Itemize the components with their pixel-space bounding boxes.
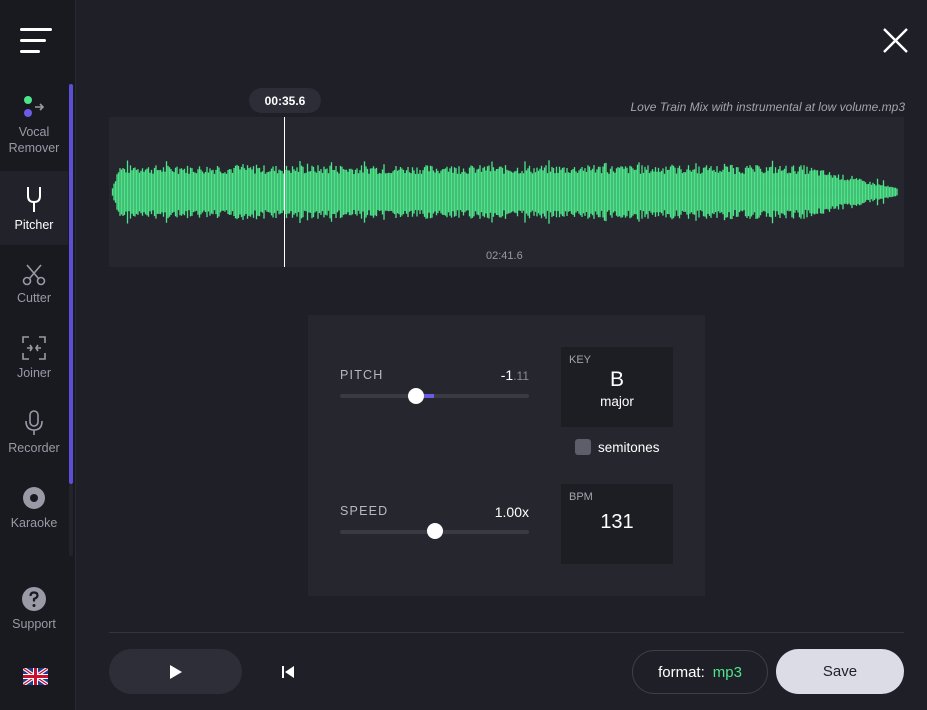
disc-icon <box>21 483 47 511</box>
skip-to-start-button[interactable] <box>278 662 298 682</box>
bpm-value: 131 <box>600 511 634 533</box>
sidebar-item-support[interactable]: Support <box>0 584 68 654</box>
sidebar-item-label: Pitcher <box>14 218 54 232</box>
sidebar-item-label: Joiner <box>16 366 52 380</box>
format-value: mp3 <box>712 663 742 681</box>
pitch-slider[interactable] <box>340 394 529 398</box>
sidebar-item-label: Remover <box>8 141 60 155</box>
sidebar-item-recorder[interactable]: Recorder <box>0 408 68 478</box>
file-name: Love Train Mix with instrumental at low … <box>630 100 905 114</box>
microphone-icon <box>24 408 44 436</box>
sidebar-item-cutter[interactable]: Cutter <box>0 258 68 328</box>
key-note: B <box>609 368 624 391</box>
format-label: format: <box>658 663 705 681</box>
current-time-badge: 00:35.6 <box>249 88 321 113</box>
semitones-label: semitones <box>598 439 660 455</box>
sidebar-item-label: Recorder <box>8 441 60 455</box>
key-label: KEY <box>569 354 592 366</box>
speed-label: SPEED <box>340 504 389 518</box>
pitch-slider-thumb[interactable] <box>407 388 424 404</box>
vocal-remover-icon <box>21 92 47 120</box>
pitch-value-decimal: .11 <box>513 369 529 383</box>
key-mode: major <box>600 394 634 409</box>
help-icon <box>21 584 47 612</box>
semitones-checkbox[interactable] <box>575 439 591 455</box>
speed-slider-thumb[interactable] <box>426 523 443 539</box>
sidebar-item-label: Vocal <box>18 125 50 139</box>
uk-flag-icon[interactable] <box>22 666 49 687</box>
tuning-fork-icon <box>24 185 44 213</box>
close-icon[interactable] <box>882 27 909 54</box>
sidebar: Vocal Remover Pitcher Cutter Joiner Reco… <box>0 0 76 710</box>
sidebar-item-vocal-remover[interactable]: Vocal Remover <box>0 92 68 162</box>
bpm-label: BPM <box>569 491 593 503</box>
sidebar-item-karaoke[interactable]: Karaoke <box>0 483 68 553</box>
sidebar-item-label: Karaoke <box>10 516 58 530</box>
sidebar-item-label: Cutter <box>16 291 52 305</box>
key-box: KEY B major <box>561 347 673 427</box>
bpm-box: BPM 131 <box>561 484 673 564</box>
speed-value: 1.00x <box>494 504 529 520</box>
semitones-toggle[interactable]: semitones <box>575 439 660 455</box>
duration-label: 02:41.6 <box>486 250 523 262</box>
hamburger-menu-icon[interactable] <box>20 28 54 54</box>
sidebar-scrollbar[interactable] <box>69 84 73 484</box>
scissors-icon <box>22 258 46 286</box>
joiner-icon <box>21 333 47 361</box>
sidebar-item-joiner[interactable]: Joiner <box>0 333 68 403</box>
pitch-value: -1.11 <box>470 367 529 383</box>
waveform-graphic <box>111 160 898 224</box>
waveform-bars <box>111 160 898 224</box>
format-selector[interactable]: format: mp3 <box>632 650 768 694</box>
play-button[interactable] <box>109 649 242 694</box>
sidebar-item-label: Support <box>12 617 56 631</box>
pitch-value-integer: -1 <box>500 367 514 383</box>
save-button[interactable]: Save <box>776 649 904 694</box>
skip-back-icon <box>282 666 294 678</box>
waveform[interactable] <box>109 117 904 267</box>
sidebar-scroll-track <box>69 484 73 556</box>
playhead[interactable] <box>284 117 285 267</box>
sidebar-item-pitcher[interactable]: Pitcher <box>0 171 68 245</box>
divider <box>109 632 904 633</box>
play-icon <box>169 664 182 679</box>
pitch-label: PITCH <box>340 368 384 382</box>
